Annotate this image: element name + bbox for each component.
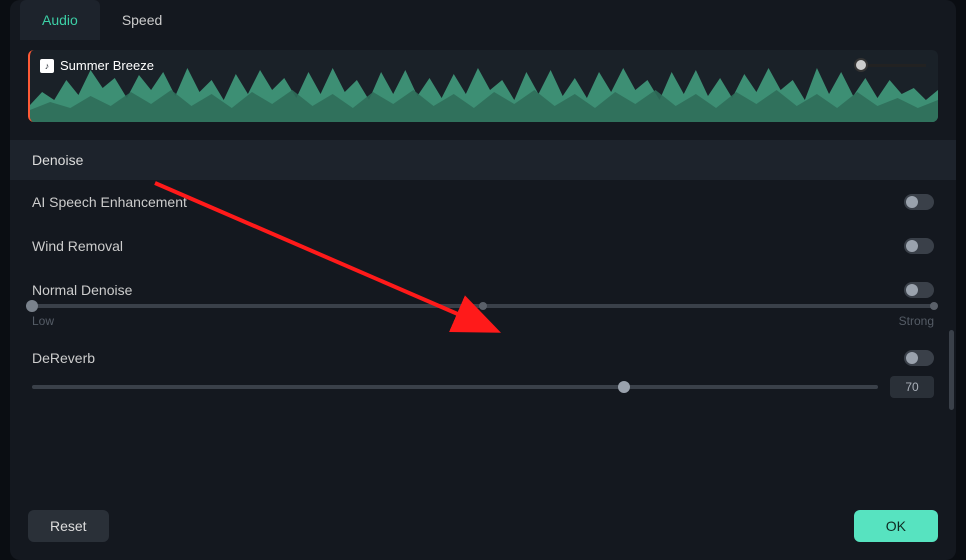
slider-tick-strong — [930, 302, 938, 310]
slider-label-mid: Mid — [467, 314, 486, 328]
toggle-ai-speech[interactable] — [904, 194, 934, 210]
toggle-wind-removal[interactable] — [904, 238, 934, 254]
tab-audio[interactable]: Audio — [20, 0, 100, 40]
waveform-svg — [30, 50, 938, 122]
row-normal-denoise: Normal Denoise — [28, 268, 938, 304]
label-dereverb: DeReverb — [32, 350, 95, 366]
slider-thumb-low[interactable] — [26, 300, 38, 312]
value-dereverb[interactable]: 70 — [890, 376, 934, 398]
ok-button[interactable]: OK — [854, 510, 938, 542]
slider-thumb-dereverb[interactable] — [618, 381, 630, 393]
label-normal-denoise: Normal Denoise — [32, 282, 132, 298]
row-dereverb: DeReverb — [28, 336, 938, 374]
tab-bar: Audio Speed — [10, 0, 956, 40]
row-wind-removal: Wind Removal — [28, 224, 938, 268]
toggle-dereverb[interactable] — [904, 350, 934, 366]
row-ai-speech: AI Speech Enhancement — [28, 180, 938, 224]
slider-labels: Low Mid Strong — [32, 314, 934, 328]
music-note-icon: ♪ — [40, 59, 54, 73]
clip-name: Summer Breeze — [60, 58, 154, 73]
label-ai-speech: AI Speech Enhancement — [32, 194, 187, 210]
footer: Reset OK — [10, 496, 956, 560]
section-header-denoise: Denoise — [10, 140, 956, 180]
audio-waveform[interactable]: ♪ Summer Breeze — [28, 50, 938, 122]
reset-button[interactable]: Reset — [28, 510, 109, 542]
volume-handle[interactable] — [854, 58, 868, 72]
slider-label-strong: Strong — [899, 314, 934, 328]
scrollbar[interactable] — [949, 330, 954, 410]
slider-dereverb[interactable]: 70 — [28, 374, 938, 398]
slider-tick-mid — [479, 302, 487, 310]
label-wind-removal: Wind Removal — [32, 238, 123, 254]
toggle-normal-denoise[interactable] — [904, 282, 934, 298]
audio-panel: Audio Speed ♪ Summer Breeze Denoise AI S… — [10, 0, 956, 560]
clip-title: ♪ Summer Breeze — [40, 58, 154, 73]
tab-speed[interactable]: Speed — [100, 0, 184, 40]
content-area: ♪ Summer Breeze Denoise AI Speech Enhanc… — [10, 40, 956, 496]
slider-normal-denoise[interactable]: Low Mid Strong — [28, 304, 938, 336]
slider-label-low: Low — [32, 314, 54, 328]
